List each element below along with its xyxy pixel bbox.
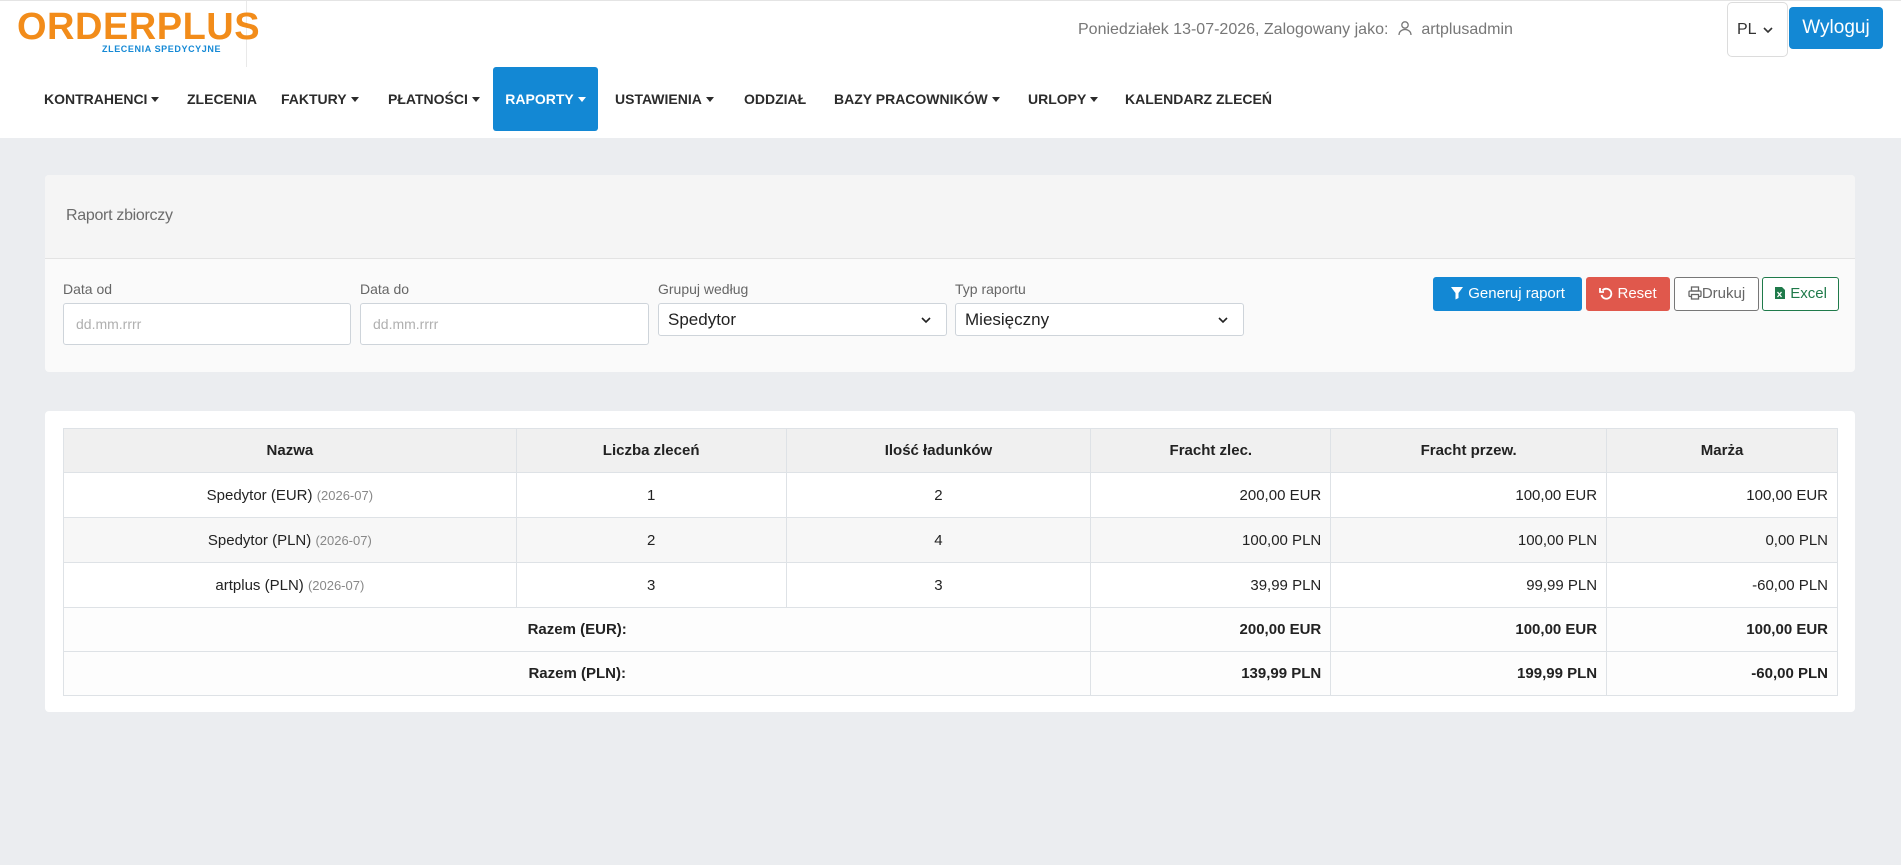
total-freight-order: 200,00 EUR: [1090, 607, 1332, 652]
cell-loads: 4: [785, 517, 1092, 563]
cell-loads: 3: [785, 562, 1092, 608]
top-header: ORDERPLUS ZLECENIA SPEDYCYJNE Poniedział…: [0, 0, 1901, 138]
nav-item-ustawienia[interactable]: USTAWIENIA: [615, 67, 714, 131]
total-margin: -60,00 PLN: [1606, 651, 1838, 696]
nav-item-faktury[interactable]: FAKTURY: [281, 67, 359, 131]
table-header-row: Nazwa Liczba zleceń Ilość ładunków Frach…: [63, 428, 1838, 473]
column-header-marza[interactable]: Marża: [1606, 428, 1838, 473]
caret-down-icon: [471, 97, 480, 102]
group-by-label: Grupuj według: [658, 281, 749, 297]
caret-down-icon: [1090, 97, 1099, 102]
caret-down-icon: [705, 97, 714, 102]
username: artplusadmin: [1421, 21, 1513, 38]
date-login-text: Poniedziałek 13-07-2026, Zalogowany jako…: [1078, 21, 1389, 38]
cell-margin: 100,00 EUR: [1606, 472, 1838, 518]
table-row: Spedytor (EUR) (2026-07) 1 2 200,00 EUR …: [63, 472, 1838, 518]
total-freight-carrier: 100,00 EUR: [1330, 607, 1608, 652]
logo-tagline: ZLECENIA SPEDYCYJNE: [102, 44, 222, 54]
nav-item-zlecenia[interactable]: ZLECENIA: [187, 67, 257, 131]
total-freight-carrier: 199,99 PLN: [1330, 651, 1608, 696]
table-row: Spedytor (PLN) (2026-07) 2 4 100,00 PLN …: [63, 517, 1838, 563]
undo-icon: [1599, 287, 1613, 300]
column-header-fracht-przew[interactable]: Fracht przew.: [1330, 428, 1608, 473]
user-info: Poniedziałek 13-07-2026, Zalogowany jako…: [1078, 20, 1513, 40]
nav-item-bazy-pracownikow[interactable]: BAZY PRACOWNIKÓW: [834, 67, 1000, 131]
language-value: PL: [1737, 21, 1757, 38]
nav-item-kontrahenci[interactable]: KONTRAHENCI: [44, 67, 160, 131]
report-type-select[interactable]: Miesięczny: [955, 303, 1244, 336]
cell-freight-order: 200,00 EUR: [1090, 472, 1332, 518]
report-results-card: Nazwa Liczba zleceń Ilość ładunków Frach…: [45, 411, 1855, 712]
excel-file-icon: [1775, 287, 1786, 299]
cell-freight-carrier: 100,00 PLN: [1330, 517, 1608, 563]
cell-freight-carrier: 99,99 PLN: [1330, 562, 1608, 608]
table-row: artplus (PLN) (2026-07) 3 3 39,99 PLN 99…: [63, 562, 1838, 608]
cell-loads: 2: [785, 472, 1092, 518]
logo[interactable]: ORDERPLUS ZLECENIA SPEDYCYJNE: [0, 1, 260, 67]
print-button[interactable]: Drukuj: [1674, 277, 1759, 311]
date-to-label: Data do: [360, 281, 410, 297]
caret-down-icon: [350, 97, 359, 102]
filter-icon: [1451, 287, 1464, 300]
cell-orders: 3: [515, 562, 787, 608]
chevron-down-icon: [1763, 27, 1773, 34]
total-margin: 100,00 EUR: [1606, 607, 1838, 652]
report-type-label: Typ raportu: [955, 281, 1026, 297]
logout-button[interactable]: Wyloguj: [1789, 7, 1883, 49]
cell-period: (2026-07): [307, 577, 365, 593]
language-select[interactable]: PL: [1727, 2, 1788, 57]
nav-item-kalendarz-zlecen[interactable]: KALENDARZ ZLECEŃ: [1125, 67, 1272, 131]
cell-name: artplus (PLN) (2026-07): [63, 562, 517, 608]
cell-name: Spedytor (PLN) (2026-07): [63, 517, 517, 563]
cell-freight-order: 39,99 PLN: [1090, 562, 1332, 608]
excel-export-button[interactable]: Excel: [1762, 277, 1839, 311]
nav-item-oddzial[interactable]: ODDZIAŁ: [744, 67, 806, 131]
caret-down-icon: [991, 97, 1000, 102]
column-header-ilosc-ladunkow[interactable]: Ilość ładunków: [785, 428, 1092, 473]
totals-row-pln: Razem (PLN): 139,99 PLN 199,99 PLN -60,0…: [62, 651, 1838, 696]
cell-margin: -60,00 PLN: [1606, 562, 1838, 608]
cell-period: (2026-07): [315, 532, 372, 548]
report-table: Nazwa Liczba zleceń Ilość ładunków Frach…: [62, 428, 1838, 696]
generate-report-button[interactable]: Generuj raport: [1433, 277, 1582, 311]
group-by-select[interactable]: Spedytor: [658, 303, 947, 336]
column-header-liczba-zlecen[interactable]: Liczba zleceń: [515, 428, 787, 473]
cell-period: (2026-07): [316, 487, 374, 503]
caret-down-icon: [151, 97, 160, 102]
total-freight-order: 139,99 PLN: [1090, 651, 1332, 696]
logo-brand: ORDERPLUS: [17, 6, 261, 48]
cell-orders: 1: [515, 472, 787, 518]
user-icon: [1398, 21, 1412, 36]
nav-item-urlopy[interactable]: URLOPY: [1028, 67, 1099, 131]
chevron-down-icon: [1218, 317, 1228, 324]
chevron-down-icon: [921, 317, 931, 324]
total-label: Razem (PLN):: [62, 651, 1092, 696]
date-to-input[interactable]: dd.mm.rrrr: [360, 303, 649, 345]
cell-orders: 2: [515, 517, 787, 563]
total-label: Razem (EUR):: [62, 607, 1092, 652]
report-filter-card: Raport zbiorczy Data od dd.mm.rrrr Data …: [45, 175, 1855, 372]
date-from-input[interactable]: dd.mm.rrrr: [63, 303, 351, 345]
column-header-fracht-zlec[interactable]: Fracht zlec.: [1090, 428, 1332, 473]
column-header-nazwa[interactable]: Nazwa: [63, 428, 517, 473]
printer-icon: [1688, 286, 1702, 300]
date-from-label: Data od: [63, 281, 113, 297]
card-title: Raport zbiorczy: [66, 207, 173, 224]
nav-item-platnosci[interactable]: PŁATNOŚCI: [388, 67, 480, 131]
cell-freight-order: 100,00 PLN: [1090, 517, 1332, 563]
reset-button[interactable]: Reset: [1586, 277, 1670, 311]
cell-name: Spedytor (EUR) (2026-07): [63, 472, 517, 518]
report-type-value: Miesięczny: [965, 310, 1050, 329]
group-by-value: Spedytor: [668, 310, 737, 329]
totals-row-eur: Razem (EUR): 200,00 EUR 100,00 EUR 100,0…: [62, 607, 1838, 652]
caret-down-icon: [577, 97, 586, 102]
card-header: Raport zbiorczy: [45, 175, 1855, 259]
nav-item-raporty[interactable]: RAPORTY: [493, 67, 598, 131]
cell-freight-carrier: 100,00 EUR: [1330, 472, 1608, 518]
cell-margin: 0,00 PLN: [1606, 517, 1838, 563]
